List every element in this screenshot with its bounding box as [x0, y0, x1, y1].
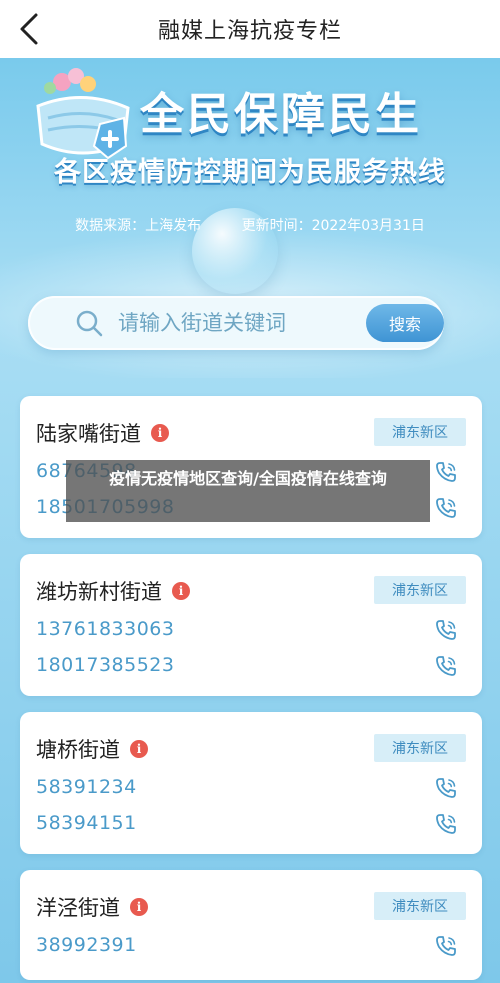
phone-icon[interactable] [434, 654, 458, 678]
phone-icon[interactable] [434, 934, 458, 958]
phone-row: 13761833063 [36, 618, 466, 644]
phone-icon[interactable] [434, 618, 458, 642]
phone-number[interactable]: 58394151 [36, 812, 137, 834]
page-title: 融媒上海抗疫专栏 [157, 19, 342, 44]
district-tag: 浦东新区 [374, 734, 466, 762]
top-bar: 融媒上海抗疫专栏 [0, 0, 500, 58]
info-icon[interactable]: i [130, 898, 148, 916]
phone-row: 38992391 [36, 934, 466, 960]
info-icon[interactable]: i [151, 424, 169, 442]
street-title: 塘桥街道 i [36, 734, 148, 764]
phone-number[interactable]: 18017385523 [36, 654, 174, 676]
hero-title: 全民保障民生 [140, 89, 422, 140]
district-tag: 浦东新区 [374, 892, 466, 920]
phone-number[interactable]: 38992391 [36, 934, 137, 956]
caption-overlay: 疫情无疫情地区查询/全国疫情在线查询 [66, 460, 430, 522]
phone-number[interactable]: 13761833063 [36, 618, 174, 640]
street-name: 塘桥街道 [36, 738, 120, 762]
phone-row: 58394151 [36, 812, 466, 838]
search-bar: 搜索 [28, 296, 444, 350]
street-title: 洋泾街道 i [36, 892, 148, 922]
info-icon[interactable]: i [172, 582, 190, 600]
search-button[interactable]: 搜索 [366, 304, 444, 342]
district-tag: 浦东新区 [374, 576, 466, 604]
phone-icon[interactable] [434, 812, 458, 836]
street-card: 塘桥街道 i 浦东新区 58391234 58394151 [20, 712, 482, 854]
back-button[interactable] [14, 12, 44, 46]
phone-icon[interactable] [434, 460, 458, 484]
hero-subtitle: 各区疫情防控期间为民服务热线 [54, 157, 446, 188]
chevron-left-icon [20, 13, 38, 45]
street-name: 洋泾街道 [36, 896, 120, 920]
data-source: 数据来源：上海发布 [75, 218, 202, 234]
street-card: 洋泾街道 i 浦东新区 38992391 [20, 870, 482, 980]
street-title: 陆家嘴街道 i [36, 418, 169, 448]
phone-row: 58391234 [36, 776, 466, 802]
street-name: 陆家嘴街道 [36, 422, 141, 446]
street-name: 潍坊新村街道 [36, 580, 162, 604]
phone-icon[interactable] [434, 496, 458, 520]
hero-meta: 数据来源：上海发布 更新时间：2022年03月31日 [0, 215, 500, 235]
search-icon [76, 310, 103, 337]
phone-row: 18017385523 [36, 654, 466, 680]
phone-icon[interactable] [434, 776, 458, 800]
street-card: 潍坊新村街道 i 浦东新区 13761833063 18017385523 [20, 554, 482, 696]
phone-number[interactable]: 58391234 [36, 776, 137, 798]
search-input[interactable] [118, 306, 378, 340]
street-title: 潍坊新村街道 i [36, 576, 190, 606]
update-time: 更新时间：2022年03月31日 [241, 218, 425, 234]
info-icon[interactable]: i [130, 740, 148, 758]
district-tag: 浦东新区 [374, 418, 466, 446]
